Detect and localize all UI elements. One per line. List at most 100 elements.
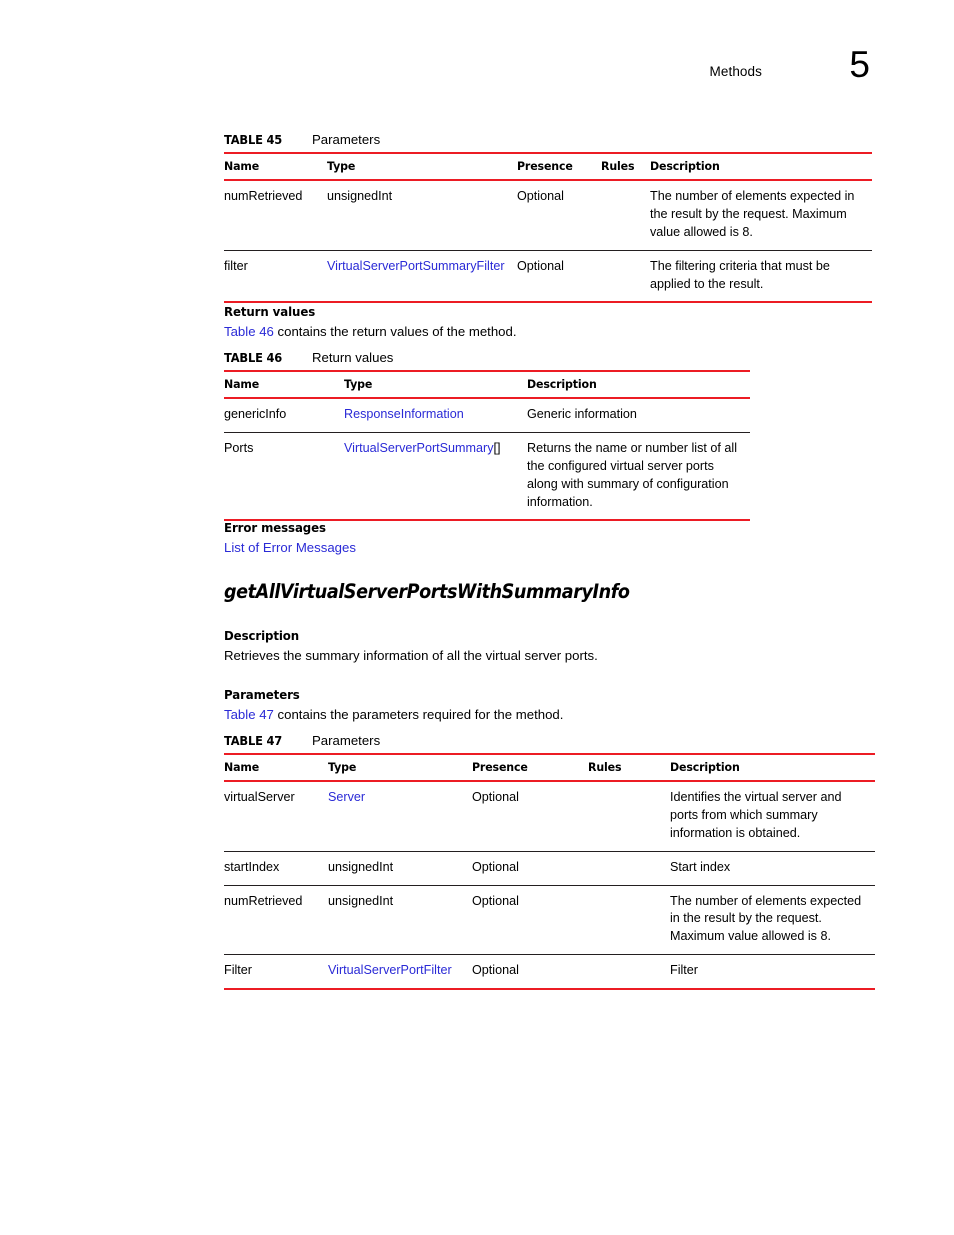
cell-description: Filter [670,954,875,991]
table-row: filter VirtualServerPortSummaryFilter Op… [224,250,872,304]
cell-presence: Optional [472,954,588,991]
return-values-section: Return values Table 46 contains the retu… [224,304,784,341]
table-46-reference-link[interactable]: Table 46 [224,324,274,339]
cell-description: Start index [670,851,875,886]
cell-name: virtualServer [224,781,328,852]
table-row: Filter VirtualServerPortFilter Optional … [224,954,875,991]
return-values-intro: Table 46 contains the return values of t… [224,322,784,341]
cell-rules [588,954,670,991]
cell-description: Identifies the virtual server and ports … [670,781,875,852]
cell-type: ResponseInformation [344,398,527,433]
running-header-label: Methods [709,64,762,79]
cell-name: Filter [224,954,328,991]
cell-name: startIndex [224,851,328,886]
cell-description: The number of elements expected in the r… [670,885,875,956]
return-values-heading: Return values [224,304,316,319]
cell-type: VirtualServerPortSummaryFilter [327,250,517,304]
cell-name: genericInfo [224,398,344,433]
table-47-header-row: Name Type Presence Rules Description [224,753,875,782]
cell-description: Generic information [527,398,750,433]
type-suffix: [] [493,440,501,455]
table-45-caption: TABLE 45 Parameters [224,132,872,147]
cell-rules [601,180,650,251]
cell-type: unsignedInt [328,885,472,956]
cell-rules [601,250,650,304]
table-45-col-presence: Presence [517,152,597,181]
document-page: Methods 5 TABLE 45 Parameters Name Type … [0,0,954,1235]
error-messages-link-paragraph: List of Error Messages [224,538,624,557]
list-of-error-messages-link[interactable]: List of Error Messages [224,540,356,555]
table-45-col-type: Type [327,152,508,181]
return-values-intro-rest: contains the return values of the method… [273,324,517,339]
parameters-intro: Table 47 contains the parameters require… [224,705,784,724]
table-row: numRetrieved unsignedInt Optional The nu… [224,180,872,251]
type-link[interactable]: ResponseInformation [344,407,464,421]
error-messages-section: Error messages List of Error Messages [224,520,624,557]
table-46-block: TABLE 46 Return values Name Type Descrip… [224,350,750,522]
table-47-col-description: Description [670,753,865,782]
table-45-col-description: Description [650,152,861,181]
table-46-col-name: Name [224,370,338,399]
cell-name: Ports [224,432,344,522]
cell-type: VirtualServerPortSummary[] [344,432,527,522]
table-46-caption-number: TABLE 46 [224,351,283,365]
cell-description: The filtering criteria that must be appl… [650,250,872,304]
cell-type: unsignedInt [327,180,517,251]
cell-type: VirtualServerPortFilter [328,954,472,991]
type-link[interactable]: VirtualServerPortFilter [328,963,452,977]
description-section: Description Retrieves the summary inform… [224,628,784,665]
table-46: Name Type Description genericInfo Respon… [224,370,750,522]
table-46-col-description: Description [527,370,739,399]
cell-description: The number of elements expected in the r… [650,180,872,251]
table-row: numRetrieved unsignedInt Optional The nu… [224,885,875,956]
cell-rules [588,781,670,852]
table-46-caption-title: Return values [312,350,394,365]
cell-description: Returns the name or number list of all t… [527,432,750,522]
error-messages-heading: Error messages [224,520,326,535]
type-link[interactable]: VirtualServerPortSummaryFilter [327,259,505,273]
table-47: Name Type Presence Rules Description vir… [224,753,875,991]
table-47-reference-link[interactable]: Table 47 [224,707,274,722]
table-45: Name Type Presence Rules Description num… [224,152,872,304]
cell-presence: Optional [472,851,588,886]
table-45-block: TABLE 45 Parameters Name Type Presence R… [224,132,872,304]
cell-rules [588,851,670,886]
table-row: startIndex unsignedInt Optional Start in… [224,851,875,886]
cell-type: unsignedInt [328,851,472,886]
chapter-number: 5 [849,44,870,85]
cell-name: numRetrieved [224,180,327,251]
cell-rules [588,885,670,956]
table-45-caption-number: TABLE 45 [224,133,283,147]
table-47-col-name: Name [224,753,323,782]
table-45-header-row: Name Type Presence Rules Description [224,152,872,181]
type-link[interactable]: VirtualServerPortSummary [344,441,494,455]
table-46-header-row: Name Type Description [224,370,750,399]
table-45-caption-title: Parameters [312,132,381,147]
description-heading: Description [224,628,300,643]
description-text: Retrieves the summary information of all… [224,648,598,663]
type-link[interactable]: Server [328,790,365,804]
running-header: Methods 5 [224,46,870,102]
cell-presence: Optional [517,180,601,251]
table-row: Ports VirtualServerPortSummary[] Returns… [224,432,750,522]
table-row: genericInfo ResponseInformation Generic … [224,398,750,433]
table-row: virtualServer Server Optional Identifies… [224,781,875,852]
table-47-caption-title: Parameters [312,733,381,748]
parameters-heading: Parameters [224,687,300,702]
table-47-caption-number: TABLE 47 [224,734,283,748]
table-45-col-name: Name [224,152,322,181]
table-47-col-presence: Presence [472,753,583,782]
table-45-col-rules: Rules [601,152,648,181]
cell-type: Server [328,781,472,852]
table-46-caption: TABLE 46 Return values [224,350,750,365]
cell-presence: Optional [472,885,588,956]
table-47-block: TABLE 47 Parameters Name Type Presence R… [224,733,875,991]
table-46-col-type: Type [344,370,518,399]
parameters-section: Parameters Table 47 contains the paramet… [224,687,784,724]
table-47-caption: TABLE 47 Parameters [224,733,875,748]
cell-presence: Optional [472,781,588,852]
cell-name: numRetrieved [224,885,328,956]
table-47-col-type: Type [328,753,465,782]
parameters-intro-rest: contains the parameters required for the… [273,707,564,722]
cell-name: filter [224,250,327,304]
